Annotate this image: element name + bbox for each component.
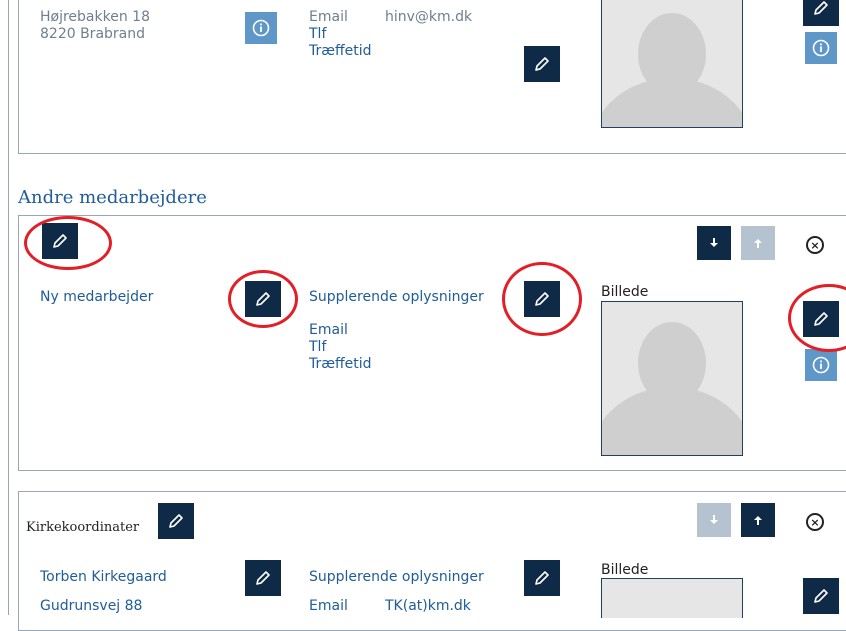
arrow-up-icon — [754, 239, 762, 248]
email-value[interactable]: hinv@km.dk — [385, 9, 472, 26]
info-icon — [812, 356, 830, 374]
traeffetid-label: Træffetid — [309, 43, 372, 59]
email-value[interactable]: TK(at)km.dk — [385, 598, 471, 615]
pencil-icon — [256, 571, 270, 585]
info-button-right[interactable] — [805, 32, 837, 64]
employee-name: Ny medarbejder — [40, 289, 154, 305]
email-label: Email — [309, 322, 348, 338]
image-label: Billede — [601, 284, 649, 300]
remove-button[interactable]: × — [806, 513, 824, 531]
silhouette-body — [602, 388, 742, 455]
pencil-icon — [814, 1, 828, 15]
supplement-label: Supplerende oplysninger — [309, 569, 484, 585]
role-title: Kirkekoordinater — [26, 520, 140, 535]
section-heading: Andre medarbejdere — [18, 187, 207, 208]
pencil-icon — [535, 571, 549, 585]
info-icon — [252, 19, 270, 37]
address-line-1: Gudrunsvej 88 — [40, 598, 143, 614]
annotation-circle — [24, 216, 112, 270]
supplement-label: Supplerende oplysninger — [309, 289, 484, 305]
silhouette-body — [602, 79, 742, 127]
arrow-down-icon — [710, 238, 718, 247]
profile-image-placeholder — [601, 578, 743, 618]
email-label: Email — [309, 598, 348, 614]
profile-image-placeholder — [601, 301, 743, 456]
edit-role-button[interactable] — [158, 503, 194, 539]
info-icon — [812, 39, 830, 57]
email-label: Email — [309, 9, 348, 25]
address-line-2: 8220 Brabrand — [40, 26, 145, 42]
page-left-border — [8, 0, 9, 615]
annotation-circle — [228, 270, 298, 328]
edit-name-button[interactable] — [245, 560, 281, 596]
pencil-icon — [535, 57, 549, 71]
pencil-icon — [814, 589, 828, 603]
info-button[interactable] — [245, 12, 277, 44]
traeffetid-label: Træffetid — [309, 356, 372, 372]
remove-button[interactable]: × — [806, 236, 824, 254]
move-up-button[interactable] — [741, 226, 775, 260]
arrow-down-icon — [710, 515, 718, 524]
edit-supplement-button[interactable] — [524, 560, 560, 596]
arrow-up-icon — [754, 516, 762, 525]
image-label: Billede — [601, 562, 649, 578]
address-line-1: Højrebakken 18 — [40, 9, 150, 25]
move-up-button[interactable] — [741, 503, 775, 537]
edit-button[interactable] — [524, 46, 560, 82]
annotation-circle — [502, 262, 582, 336]
tlf-label: Tlf — [309, 339, 327, 355]
employee-name: Torben Kirkegaard — [40, 569, 167, 585]
tlf-label: Tlf — [309, 26, 327, 42]
move-down-button[interactable] — [697, 226, 731, 260]
edit-button-right[interactable] — [803, 0, 839, 26]
close-circle-icon: × — [810, 515, 820, 529]
move-down-button[interactable] — [697, 503, 731, 537]
close-circle-icon: × — [810, 238, 820, 252]
profile-image-placeholder — [601, 0, 743, 128]
info-button[interactable] — [805, 349, 837, 381]
pencil-icon — [169, 514, 183, 528]
edit-image-button[interactable] — [803, 578, 839, 614]
